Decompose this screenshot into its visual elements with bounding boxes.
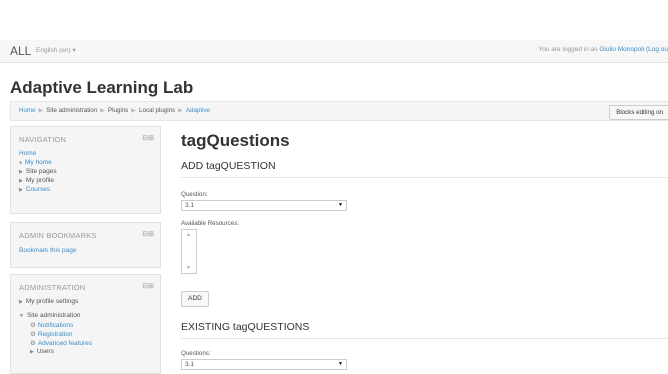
my-profile-settings-label: My profile settings (25, 298, 79, 305)
bullet-icon: ● (19, 160, 23, 166)
admin-item-site-administration[interactable]: ▼ Site administration (19, 312, 80, 319)
breadcrumb-adaptive[interactable]: Adaptive (186, 107, 210, 114)
bookmark-this-page-link[interactable]: Bookmark this page (19, 247, 76, 254)
existing-tagquestions-heading: EXISTING tagQUESTIONS (181, 321, 310, 333)
user-link[interactable]: Giulio Monopoli (599, 46, 644, 53)
site-short-name[interactable]: ALL (10, 44, 31, 58)
breadcrumb-separator: ▶ (131, 107, 137, 114)
nav-item-site-pages[interactable]: ▶ Site pages (19, 168, 57, 175)
available-resources-label: Available Resources: (181, 220, 240, 227)
admin-bookmarks-block: ADMIN BOOKMARKS ⊟⊞ Bookmark this page (10, 222, 161, 268)
questions-select-value: 3.1 (185, 361, 195, 368)
question-select[interactable]: 3.1 ▼ (181, 200, 347, 211)
arrow-right-icon: ▶ (19, 187, 23, 193)
nav-my-profile-label: My profile (25, 177, 55, 184)
navigation-block: NAVIGATION ⊟⊞ Home ● My home ▶ Site pages … (10, 126, 161, 214)
block-controls-icon[interactable]: ⊟⊞ (142, 230, 154, 238)
nav-item-home[interactable]: Home (19, 150, 36, 157)
logout-link[interactable]: (Log ou (644, 46, 668, 53)
nav-item-my-home[interactable]: ● My home (19, 159, 52, 166)
breadcrumb: Home ▶ Site administration ▶ Plugins ▶ Local p… (19, 107, 210, 114)
arrow-right-icon: ▶ (19, 169, 23, 175)
login-prefix: You are logged in as (538, 46, 600, 53)
nav-home-label: Home (19, 150, 37, 157)
nav-item-courses[interactable]: ▶ Courses (19, 186, 50, 193)
section-divider (181, 338, 668, 339)
advanced-features-label: Advanced features (37, 340, 93, 347)
scroll-up-icon[interactable]: ▲ (186, 232, 191, 238)
login-info: You are logged in as Giulio Monopoli (Lo… (538, 46, 668, 53)
section-divider (181, 177, 668, 178)
administration-block: ADMINISTRATION ⊟⊞ ▶ My profile settings ▼… (10, 274, 161, 374)
language-menu[interactable]: English (en) ▾ (36, 46, 76, 54)
block-controls-icon[interactable]: ⊟⊞ (142, 134, 154, 142)
breadcrumb-separator: ▶ (178, 107, 183, 114)
arrow-right-icon: ▶ (19, 178, 23, 184)
gear-icon: ⚙ (30, 340, 36, 347)
scroll-down-icon[interactable]: ▼ (186, 265, 191, 271)
gear-icon: ⚙ (30, 331, 36, 338)
users-label: Users (36, 348, 54, 355)
admin-item-users[interactable]: ▶ Users (30, 348, 54, 355)
questions-select[interactable]: 3.1 ▼ (181, 359, 347, 370)
arrow-down-icon: ▼ (19, 313, 24, 319)
arrow-right-icon: ▶ (19, 299, 23, 305)
administration-title: ADMINISTRATION (19, 283, 86, 292)
question-label: Question: (181, 191, 208, 198)
blocks-editing-button[interactable]: Blocks editing on (609, 105, 668, 120)
breadcrumb-bar: Home ▶ Site administration ▶ Plugins ▶ Local p… (10, 101, 668, 121)
questions-label: Questions: (181, 350, 211, 357)
navigation-title: NAVIGATION (19, 135, 67, 144)
block-controls-icon[interactable]: ⊟⊞ (142, 282, 154, 290)
admin-bookmarks-title: ADMIN BOOKMARKS (19, 231, 97, 240)
add-tagquestion-heading: ADD tagQUESTION (181, 160, 276, 172)
gear-icon: ⚙ (30, 322, 36, 329)
nav-courses-label: Courses (25, 186, 51, 193)
nav-item-my-profile[interactable]: ▶ My profile (19, 177, 54, 184)
breadcrumb-separator: ▶ (38, 107, 44, 114)
registration-label: Registration (37, 331, 73, 338)
available-resources-listbox[interactable]: ▲ ▼ (181, 229, 197, 274)
arrow-right-icon: ▶ (30, 349, 34, 355)
admin-item-my-profile-settings[interactable]: ▶ My profile settings (19, 298, 78, 305)
notifications-label: Notifications (37, 322, 74, 329)
breadcrumb-separator: ▶ (100, 107, 105, 114)
dropdown-caret-icon: ▼ (338, 202, 343, 208)
add-button[interactable]: ADD (181, 291, 209, 307)
question-select-value: 3.1 (185, 202, 195, 209)
breadcrumb-plugins[interactable]: Plugins (108, 107, 128, 114)
dropdown-caret-icon: ▼ (338, 361, 343, 367)
breadcrumb-local-plugins[interactable]: Local plugins (139, 107, 175, 114)
site-title[interactable]: Adaptive Learning Lab (10, 78, 193, 98)
admin-item-registration[interactable]: ⚙ Registration (30, 330, 73, 338)
page-title: tagQuestions (181, 131, 290, 150)
breadcrumb-home[interactable]: Home (19, 107, 36, 114)
nav-my-home-label: My home (25, 159, 52, 166)
top-bar: ALL English (en) ▾ You are logged in as … (0, 40, 668, 63)
breadcrumb-site-administration[interactable]: Site administration (46, 107, 97, 114)
bookmark-label: Bookmark this page (19, 247, 77, 254)
nav-site-pages-label: Site pages (25, 168, 57, 175)
admin-item-advanced-features[interactable]: ⚙ Advanced features (30, 339, 92, 347)
site-administration-label: Site administration (26, 312, 81, 319)
admin-item-notifications[interactable]: ⚙ Notifications (30, 321, 73, 329)
